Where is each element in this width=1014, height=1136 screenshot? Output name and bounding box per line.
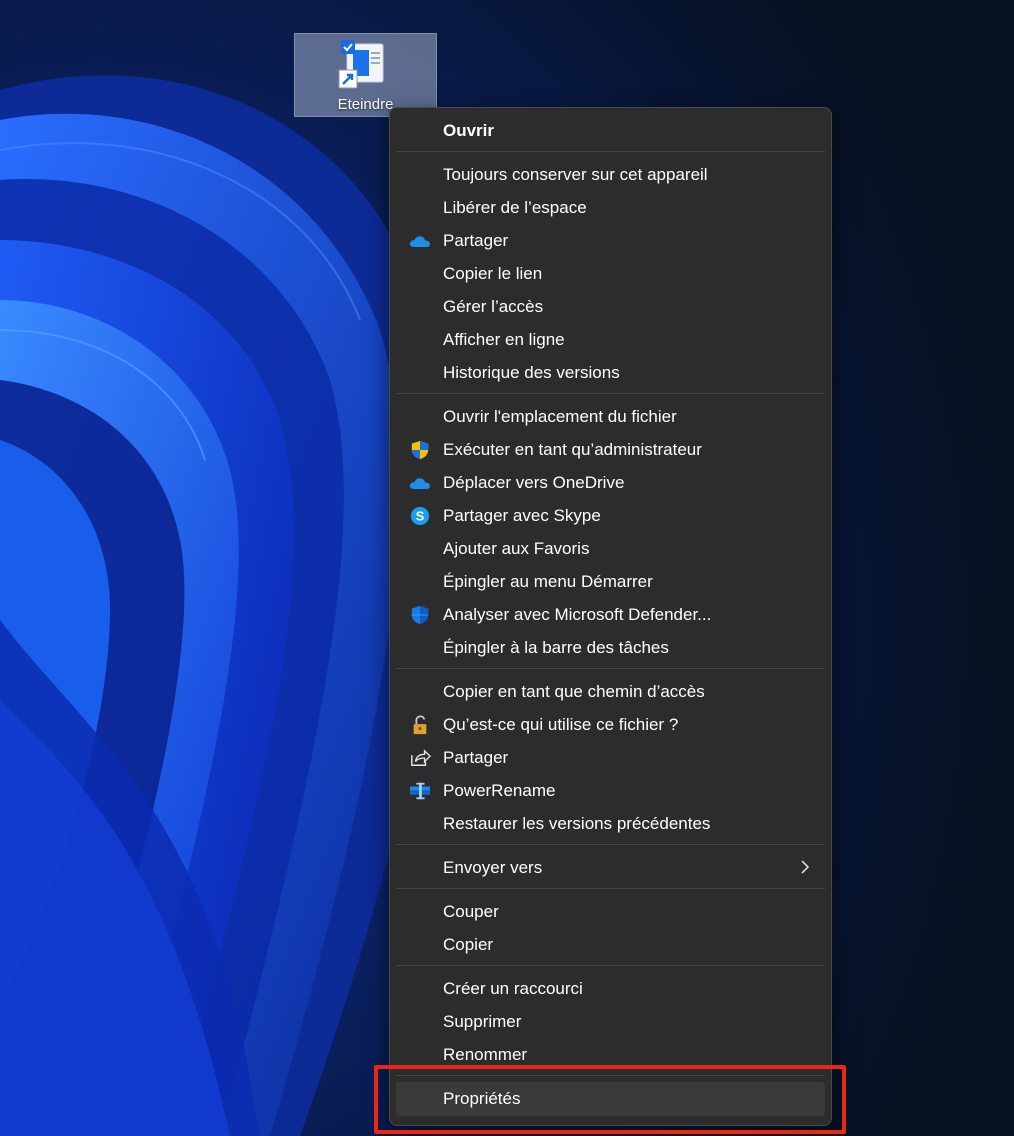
menu-item-view-online[interactable]: Afficher en ligne [396, 325, 825, 355]
menu-item-open-location[interactable]: Ouvrir l'emplacement du fichier [396, 402, 825, 432]
menu-item-label: Ouvrir l'emplacement du fichier [443, 407, 677, 426]
menu-item-label: Analyser avec Microsoft Defender... [443, 605, 712, 624]
menu-item-label: Supprimer [443, 1012, 522, 1031]
menu-item-run-as-admin[interactable]: Exécuter en tant qu’administrateur [396, 435, 825, 465]
defender-shield-icon [411, 605, 429, 625]
menu-separator [396, 668, 825, 669]
highlight-annotation-box [374, 1065, 846, 1134]
menu-item-label: Copier le lien [443, 264, 543, 283]
menu-item-create-shortcut[interactable]: Créer un raccourci [396, 974, 825, 1004]
menu-item-label: PowerRename [443, 781, 556, 800]
menu-item-label: Partager [443, 748, 509, 767]
menu-item-scan-defender[interactable]: Analyser avec Microsoft Defender... [396, 600, 825, 630]
menu-item-share[interactable]: Partager [396, 743, 825, 773]
menu-separator [396, 393, 825, 394]
menu-separator [396, 888, 825, 889]
menu-item-power-rename[interactable]: PowerRename [396, 776, 825, 806]
menu-item-label: Partager [443, 231, 509, 250]
menu-item-label: Copier en tant que chemin d’accès [443, 682, 705, 701]
menu-item-label: Renommer [443, 1045, 528, 1064]
menu-item-label: Couper [443, 902, 499, 921]
menu-item-label: Toujours conserver sur cet appareil [443, 165, 708, 184]
menu-item-label: Historique des versions [443, 363, 620, 382]
menu-item-label: Qu’est-ce qui utilise ce fichier ? [443, 715, 679, 734]
menu-item-cut[interactable]: Couper [396, 897, 825, 927]
menu-separator [396, 151, 825, 152]
menu-item-pin-taskbar[interactable]: Épingler à la barre des tâches [396, 633, 825, 663]
menu-separator [396, 965, 825, 966]
menu-item-label: Envoyer vers [443, 858, 543, 877]
menu-item-label: Afficher en ligne [443, 330, 565, 349]
svg-text:S: S [416, 509, 424, 524]
menu-separator [396, 844, 825, 845]
cloud-icon [409, 236, 430, 247]
cloud-icon [409, 478, 430, 489]
menu-item-restore-versions[interactable]: Restaurer les versions précédentes [396, 809, 825, 839]
shield-uac-icon [411, 440, 429, 460]
chevron-right-icon [801, 860, 810, 874]
menu-item-label: Créer un raccourci [443, 979, 583, 998]
menu-item-pin-start[interactable]: Épingler au menu Démarrer [396, 567, 825, 597]
desktop-shortcut-eteindre[interactable]: Eteindre [294, 33, 437, 117]
menu-item-always-keep[interactable]: Toujours conserver sur cet appareil [396, 160, 825, 190]
context-menu: Ouvrir Toujours conserver sur cet appare… [389, 107, 832, 1126]
menu-item-label: Restaurer les versions précédentes [443, 814, 711, 833]
menu-item-copy-as-path[interactable]: Copier en tant que chemin d’accès [396, 677, 825, 707]
menu-item-free-space[interactable]: Libérer de l’espace [396, 193, 825, 223]
menu-item-copy-link[interactable]: Copier le lien [396, 259, 825, 289]
menu-item-add-favorites[interactable]: Ajouter aux Favoris [396, 534, 825, 564]
menu-item-label: Exécuter en tant qu’administrateur [443, 440, 702, 459]
menu-item-label: Épingler à la barre des tâches [443, 638, 669, 657]
skype-icon: S [410, 506, 430, 526]
menu-item-open[interactable]: Ouvrir [396, 116, 825, 146]
power-rename-icon [410, 782, 430, 800]
menu-item-copy[interactable]: Copier [396, 930, 825, 960]
menu-item-label: Gérer l’accès [443, 297, 544, 316]
menu-item-label: Copier [443, 935, 494, 954]
menu-item-manage-access[interactable]: Gérer l’accès [396, 292, 825, 322]
menu-item-delete[interactable]: Supprimer [396, 1007, 825, 1037]
menu-item-send-to[interactable]: Envoyer vers [396, 853, 825, 883]
menu-item-move-onedrive[interactable]: Déplacer vers OneDrive [396, 468, 825, 498]
menu-item-label: Ouvrir [443, 121, 495, 140]
shortcut-app-icon [338, 40, 384, 89]
menu-item-version-history[interactable]: Historique des versions [396, 358, 825, 388]
padlock-icon [413, 715, 427, 735]
share-arrow-icon [411, 749, 431, 766]
menu-item-label: Partager avec Skype [443, 506, 601, 525]
menu-item-label: Ajouter aux Favoris [443, 539, 590, 558]
menu-item-file-locksmith[interactable]: Qu’est-ce qui utilise ce fichier ? [396, 710, 825, 740]
menu-item-onedrive-share[interactable]: Partager [396, 226, 825, 256]
menu-item-label: Déplacer vers OneDrive [443, 473, 625, 492]
menu-item-share-skype[interactable]: S Partager avec Skype [396, 501, 825, 531]
menu-item-label: Épingler au menu Démarrer [443, 572, 653, 591]
menu-item-label: Libérer de l’espace [443, 198, 587, 217]
